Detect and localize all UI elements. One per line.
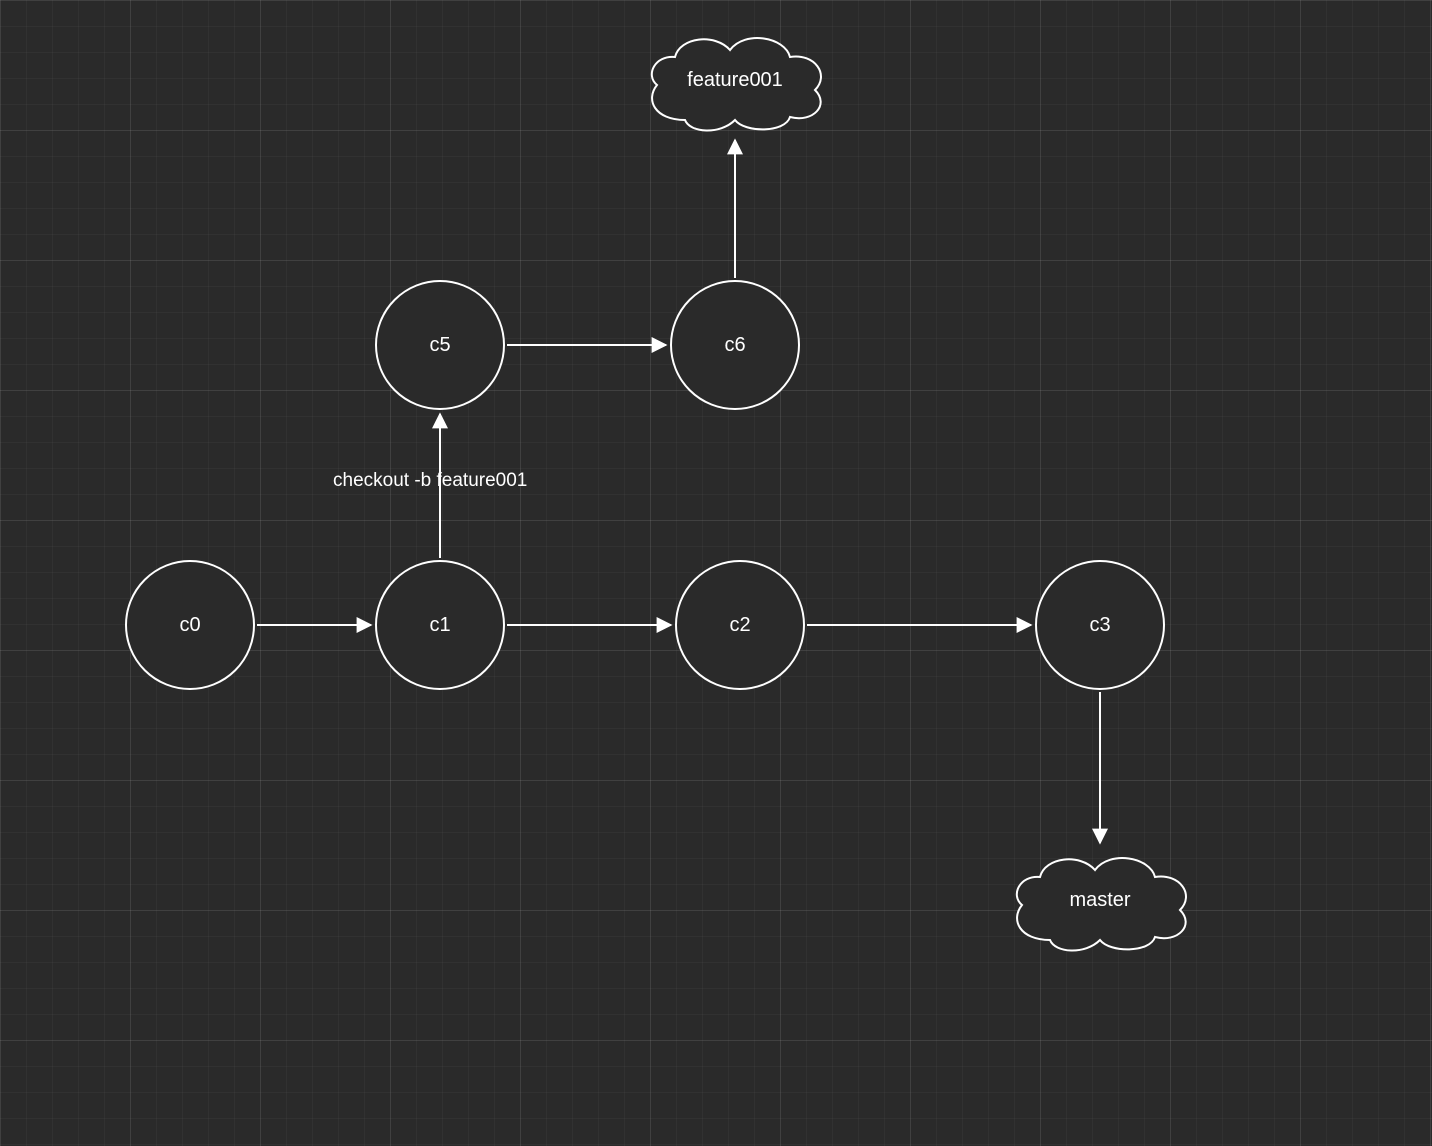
commit-label: c3 bbox=[1089, 614, 1110, 637]
branch-cloud-feature001: feature001 bbox=[635, 25, 835, 135]
diagram-canvas: c0 c1 c2 c3 c5 c6 feature001 master chec… bbox=[0, 0, 1432, 1146]
commit-node-c0: c0 bbox=[125, 560, 255, 690]
commit-label: c2 bbox=[729, 614, 750, 637]
branch-label: feature001 bbox=[687, 69, 783, 92]
commit-node-c3: c3 bbox=[1035, 560, 1165, 690]
commit-label: c6 bbox=[724, 334, 745, 357]
commit-label: c5 bbox=[429, 334, 450, 357]
commit-node-c6: c6 bbox=[670, 280, 800, 410]
commit-label: c1 bbox=[429, 614, 450, 637]
commit-node-c5: c5 bbox=[375, 280, 505, 410]
branch-cloud-master: master bbox=[1000, 845, 1200, 955]
commit-node-c1: c1 bbox=[375, 560, 505, 690]
branch-label: master bbox=[1069, 889, 1130, 912]
edge-label-checkout: checkout -b feature001 bbox=[333, 470, 527, 492]
commit-label: c0 bbox=[179, 614, 200, 637]
commit-node-c2: c2 bbox=[675, 560, 805, 690]
